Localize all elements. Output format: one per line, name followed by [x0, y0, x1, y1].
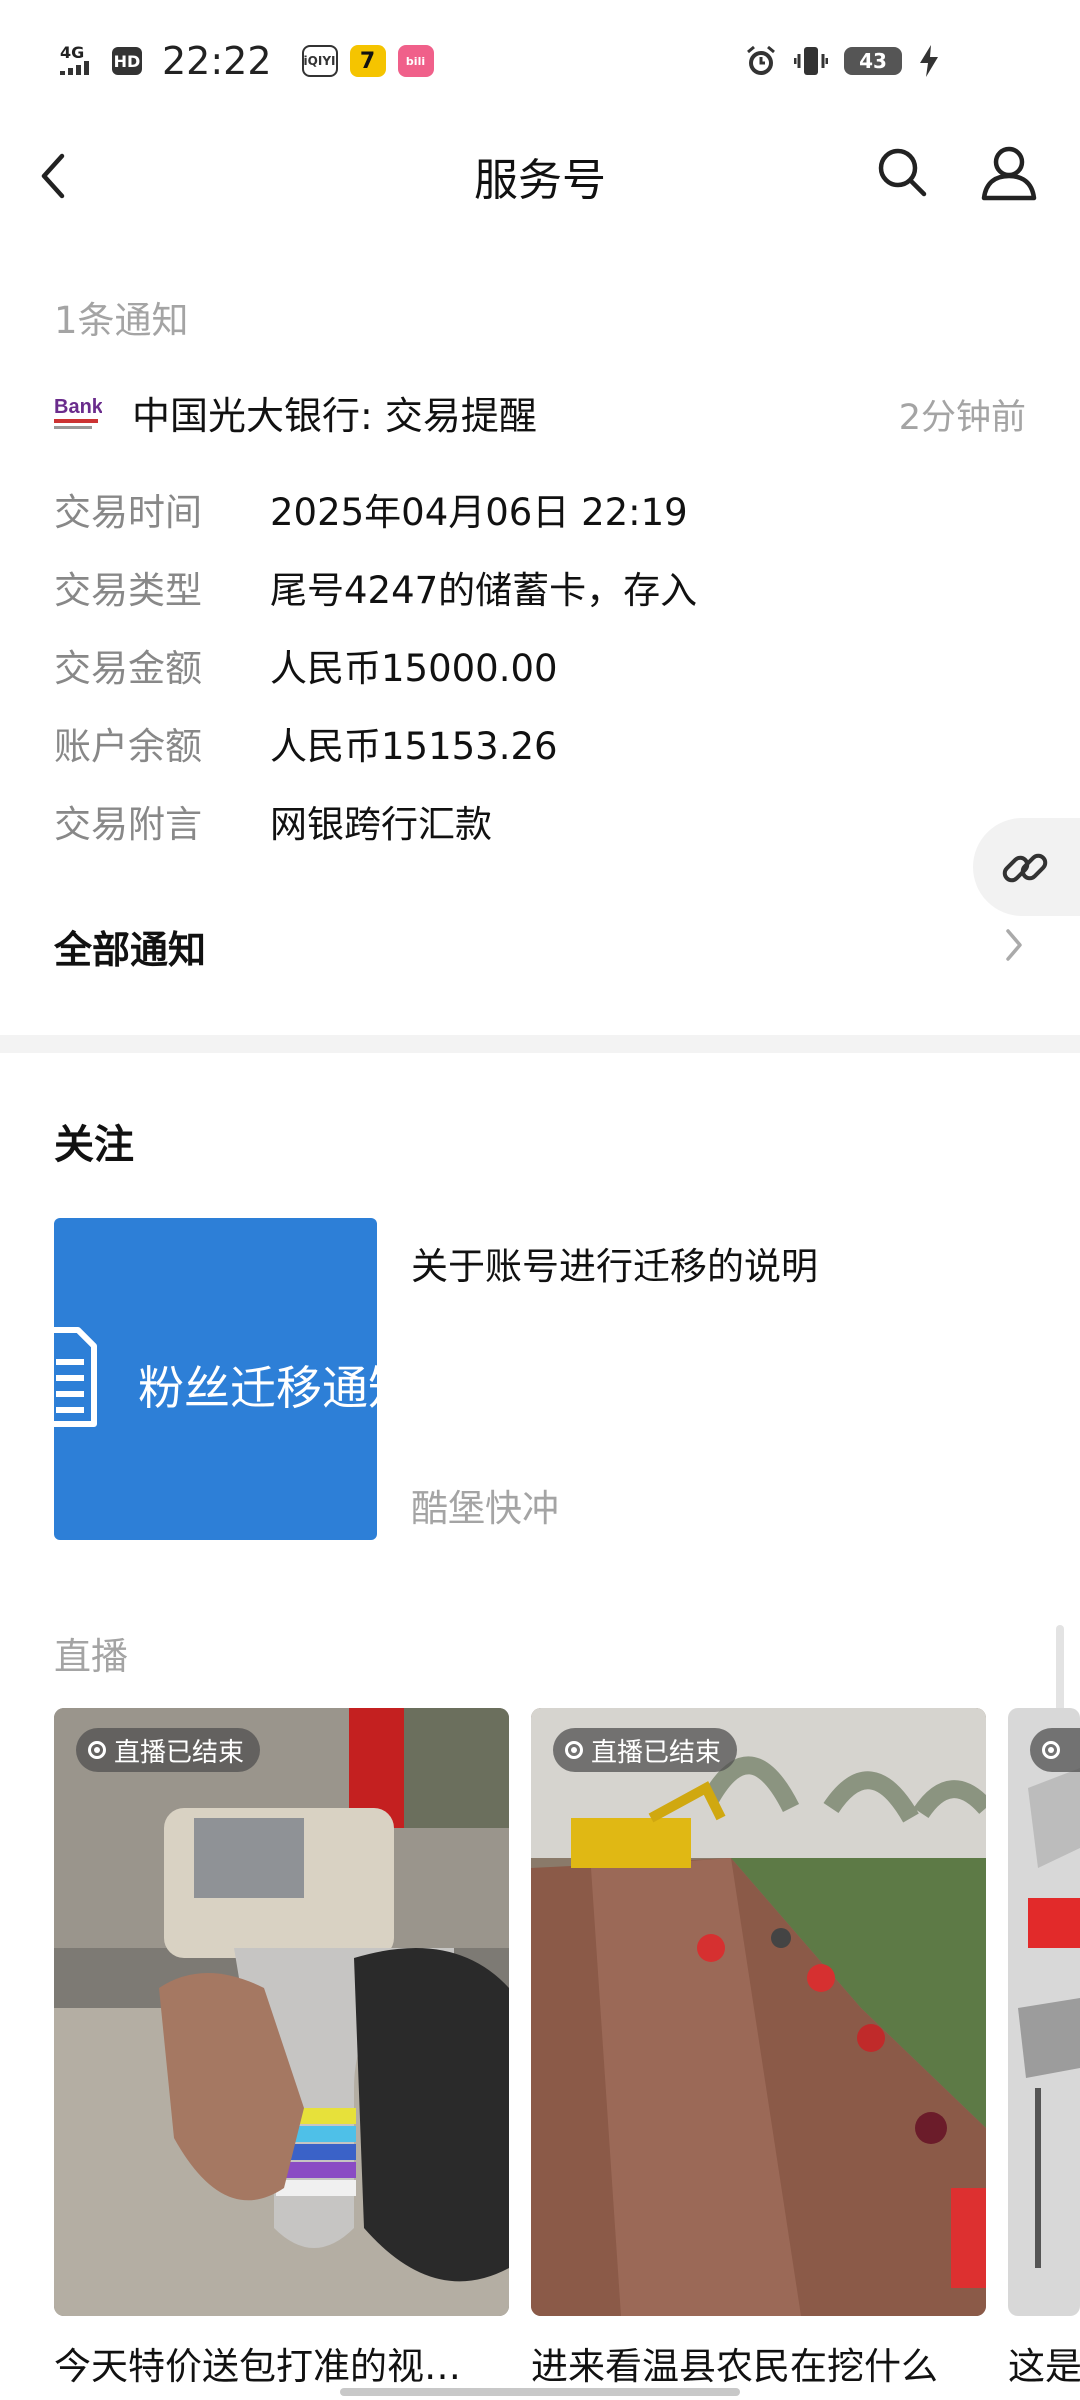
notification-title: 中国光大银行: 交易提醒: [132, 394, 537, 438]
bank-logo: Bank: [54, 396, 102, 429]
charging-icon: [920, 45, 938, 77]
live-ended-badge: 直播已结束: [76, 1728, 261, 1772]
article-card[interactable]: 粉丝迁移通知 关于账号进行迁移的说明 酷堡快冲: [54, 1218, 1026, 1540]
live-card-title[interactable]: 进来看温县农民在挖什么: [531, 2336, 986, 2390]
live-dot-icon: [1042, 1741, 1060, 1759]
live-ended-badge: [1030, 1728, 1080, 1772]
detail-row-remark: 交易附言 网银跨行汇款: [54, 794, 1014, 846]
network-indicator: 4G: [60, 42, 100, 78]
live-card-partial[interactable]: [1008, 1708, 1080, 2316]
vibrate-icon: [794, 47, 828, 75]
detail-row-balance: 账户余额 人民币15153.26: [54, 716, 1014, 768]
status-left: 4G HD 22:22 iQIYI 7 bili: [60, 36, 434, 86]
article-source: 酷堡快冲: [411, 1487, 559, 1530]
user-icon[interactable]: [978, 142, 1040, 204]
status-right: 43: [744, 38, 940, 84]
bilibili-app-icon: bili: [397, 45, 434, 77]
header: 服务号: [0, 120, 1080, 230]
status-bar: 4G HD 22:22 iQIYI 7 bili 43: [0, 0, 1080, 120]
all-notifications-label: 全部通知: [54, 928, 207, 972]
live-thumbnail-partial: [1008, 1708, 1080, 2316]
detail-row-type: 交易类型 尾号4247的储蓄卡，存入: [54, 560, 1014, 612]
detail-label: 账户余额: [54, 725, 202, 768]
alarm-icon: [747, 45, 775, 75]
detail-label: 交易金额: [54, 647, 202, 690]
detail-row-amount: 交易金额 人民币15000.00: [54, 638, 1014, 690]
chevron-right-icon: [1006, 929, 1022, 961]
live-card[interactable]: 直播已结束: [531, 1708, 986, 2316]
live-ended-badge: 直播已结束: [553, 1728, 738, 1772]
live-badge-label: 直播已结束: [114, 1737, 245, 1768]
clock: 22:22: [162, 39, 272, 83]
detail-label: 交易附言: [54, 803, 202, 846]
live-card[interactable]: 直播已结束: [54, 1708, 509, 2316]
thumbnail-text: 粉丝迁移通知: [138, 1361, 377, 1415]
detail-label: 交易时间: [54, 491, 202, 534]
document-icon: [54, 1327, 97, 1427]
detail-value: 人民币15153.26: [270, 725, 558, 768]
hd-badge: HD: [112, 47, 142, 75]
bank-notification-header[interactable]: Bank 中国光大银行: 交易提醒 2分钟前: [54, 385, 1026, 441]
live-badge-label: 直播已结束: [591, 1737, 722, 1768]
live-card-title[interactable]: 今天特价送包打准的视…: [54, 2336, 509, 2390]
all-notifications-link[interactable]: 全部通知: [54, 915, 1026, 975]
network-type: 4G: [60, 42, 85, 62]
detail-value: 人民币15000.00: [270, 647, 558, 690]
live-card-title[interactable]: 这是: [1008, 2336, 1080, 2390]
iqiyi-app-icon: iQIYI: [301, 45, 338, 77]
live-thumbnail-slingshot: [54, 1708, 509, 2316]
detail-value: 尾号4247的储蓄卡，存入: [270, 569, 698, 612]
article-title: 关于账号进行迁移的说明: [411, 1245, 818, 1288]
follow-heading: 关注: [54, 1122, 134, 1168]
detail-value: 2025年04月06日 22:19: [270, 491, 688, 534]
link-icon: [1002, 853, 1048, 883]
battery-level: 43: [844, 47, 902, 75]
detail-row-time: 交易时间 2025年04月06日 22:19: [54, 482, 1014, 534]
notification-time: 2分钟前: [898, 398, 1026, 438]
article-thumbnail: 粉丝迁移通知: [54, 1218, 377, 1540]
notification-count: 1条通知: [54, 299, 189, 342]
detail-label: 交易类型: [54, 569, 202, 612]
home-indicator[interactable]: [340, 2388, 740, 2396]
live-thumbnail-field: [531, 1708, 986, 2316]
section-divider: [0, 1035, 1080, 1053]
live-dot-icon: [565, 1741, 583, 1759]
live-heading: 直播: [54, 1635, 128, 1678]
detail-value: 网银跨行汇款: [270, 803, 492, 846]
live-dot-icon: [88, 1741, 106, 1759]
search-icon[interactable]: [872, 142, 932, 202]
float-link-button[interactable]: [973, 818, 1080, 916]
signal-icon: [60, 60, 89, 75]
app-7-icon: 7: [349, 45, 386, 77]
bank-logo-text: Bank: [54, 396, 102, 418]
